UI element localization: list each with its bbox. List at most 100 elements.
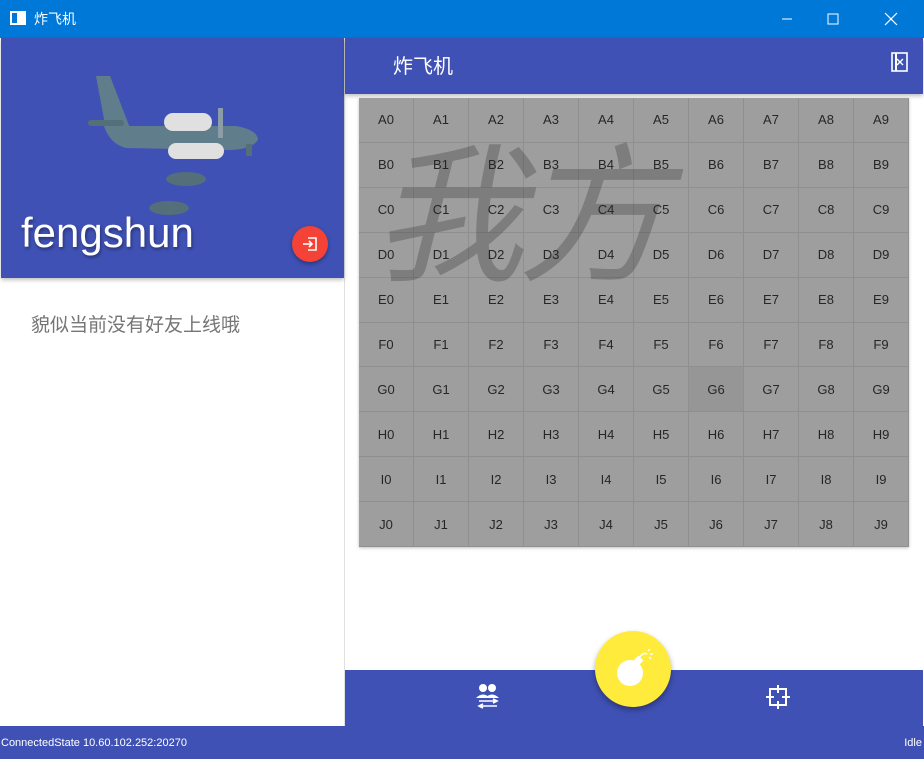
grid-cell-e8[interactable]: E8 — [799, 277, 854, 323]
grid-cell-a1[interactable]: A1 — [414, 98, 469, 143]
grid-cell-f9[interactable]: F9 — [854, 322, 909, 368]
grid-cell-a6[interactable]: A6 — [689, 98, 744, 143]
bomb-button[interactable] — [595, 631, 671, 707]
grid-cell-f5[interactable]: F5 — [634, 322, 689, 368]
grid-cell-f6[interactable]: F6 — [689, 322, 744, 368]
grid-cell-a8[interactable]: A8 — [799, 98, 854, 143]
grid-cell-j6[interactable]: J6 — [689, 502, 744, 547]
grid-cell-c5[interactable]: C5 — [634, 187, 689, 233]
grid-cell-g7[interactable]: G7 — [744, 367, 799, 413]
grid-cell-g0[interactable]: G0 — [359, 367, 414, 413]
grid-cell-a0[interactable]: A0 — [359, 98, 414, 143]
grid-cell-g8[interactable]: G8 — [799, 367, 854, 413]
grid-cell-g2[interactable]: G2 — [469, 367, 524, 413]
maximize-button[interactable] — [810, 0, 856, 38]
grid-cell-a3[interactable]: A3 — [524, 98, 579, 143]
grid-cell-j1[interactable]: J1 — [414, 502, 469, 547]
grid-cell-c2[interactable]: C2 — [469, 187, 524, 233]
grid-cell-a7[interactable]: A7 — [744, 98, 799, 143]
grid-cell-f1[interactable]: F1 — [414, 322, 469, 368]
grid-cell-h4[interactable]: H4 — [579, 412, 634, 458]
grid-cell-f7[interactable]: F7 — [744, 322, 799, 368]
close-button[interactable] — [868, 0, 914, 38]
grid-cell-j3[interactable]: J3 — [524, 502, 579, 547]
grid-cell-d7[interactable]: D7 — [744, 232, 799, 278]
grid-cell-c8[interactable]: C8 — [799, 187, 854, 233]
grid-cell-c4[interactable]: C4 — [579, 187, 634, 233]
grid-cell-g5[interactable]: G5 — [634, 367, 689, 413]
grid-cell-j0[interactable]: J0 — [359, 502, 414, 547]
grid-cell-a9[interactable]: A9 — [854, 98, 909, 143]
grid-cell-f8[interactable]: F8 — [799, 322, 854, 368]
grid-cell-h1[interactable]: H1 — [414, 412, 469, 458]
grid-cell-e4[interactable]: E4 — [579, 277, 634, 323]
grid-cell-e1[interactable]: E1 — [414, 277, 469, 323]
grid-cell-i2[interactable]: I2 — [469, 457, 524, 503]
grid-cell-d0[interactable]: D0 — [359, 232, 414, 278]
grid-cell-b6[interactable]: B6 — [689, 142, 744, 188]
logout-button[interactable] — [292, 226, 328, 262]
grid-cell-j9[interactable]: J9 — [854, 502, 909, 547]
grid-cell-d9[interactable]: D9 — [854, 232, 909, 278]
grid-cell-j5[interactable]: J5 — [634, 502, 689, 547]
grid-cell-c9[interactable]: C9 — [854, 187, 909, 233]
grid-cell-e9[interactable]: E9 — [854, 277, 909, 323]
target-button[interactable] — [765, 684, 791, 715]
grid-cell-j8[interactable]: J8 — [799, 502, 854, 547]
grid-cell-j4[interactable]: J4 — [579, 502, 634, 547]
grid-cell-h2[interactable]: H2 — [469, 412, 524, 458]
grid-cell-d1[interactable]: D1 — [414, 232, 469, 278]
grid-cell-j2[interactable]: J2 — [469, 502, 524, 547]
friends-button[interactable] — [473, 682, 503, 717]
grid-cell-j7[interactable]: J7 — [744, 502, 799, 547]
grid-cell-g6[interactable]: G6 — [689, 367, 744, 413]
grid-cell-i4[interactable]: I4 — [579, 457, 634, 503]
grid-cell-b2[interactable]: B2 — [469, 142, 524, 188]
grid-cell-d2[interactable]: D2 — [469, 232, 524, 278]
grid-cell-c6[interactable]: C6 — [689, 187, 744, 233]
grid-cell-d4[interactable]: D4 — [579, 232, 634, 278]
grid-cell-i9[interactable]: I9 — [854, 457, 909, 503]
minimize-button[interactable] — [764, 0, 810, 38]
grid-cell-d6[interactable]: D6 — [689, 232, 744, 278]
grid-cell-h5[interactable]: H5 — [634, 412, 689, 458]
grid-cell-h8[interactable]: H8 — [799, 412, 854, 458]
grid-cell-b9[interactable]: B9 — [854, 142, 909, 188]
grid-cell-e7[interactable]: E7 — [744, 277, 799, 323]
grid-cell-i8[interactable]: I8 — [799, 457, 854, 503]
grid-cell-a2[interactable]: A2 — [469, 98, 524, 143]
grid-cell-b8[interactable]: B8 — [799, 142, 854, 188]
grid-cell-e5[interactable]: E5 — [634, 277, 689, 323]
grid-cell-h0[interactable]: H0 — [359, 412, 414, 458]
grid-cell-i5[interactable]: I5 — [634, 457, 689, 503]
grid-cell-b3[interactable]: B3 — [524, 142, 579, 188]
grid-cell-b1[interactable]: B1 — [414, 142, 469, 188]
grid-cell-f3[interactable]: F3 — [524, 322, 579, 368]
grid-cell-b0[interactable]: B0 — [359, 142, 414, 188]
exit-icon[interactable] — [889, 51, 911, 73]
grid-cell-d3[interactable]: D3 — [524, 232, 579, 278]
grid-cell-a4[interactable]: A4 — [579, 98, 634, 143]
grid-cell-e0[interactable]: E0 — [359, 277, 414, 323]
grid-cell-b5[interactable]: B5 — [634, 142, 689, 188]
grid-cell-f0[interactable]: F0 — [359, 322, 414, 368]
grid-cell-f2[interactable]: F2 — [469, 322, 524, 368]
grid-cell-g3[interactable]: G3 — [524, 367, 579, 413]
grid-cell-i0[interactable]: I0 — [359, 457, 414, 503]
grid-cell-h6[interactable]: H6 — [689, 412, 744, 458]
grid-cell-c3[interactable]: C3 — [524, 187, 579, 233]
grid-cell-f4[interactable]: F4 — [579, 322, 634, 368]
grid-cell-e2[interactable]: E2 — [469, 277, 524, 323]
grid-cell-c0[interactable]: C0 — [359, 187, 414, 233]
grid-cell-g4[interactable]: G4 — [579, 367, 634, 413]
grid-cell-e6[interactable]: E6 — [689, 277, 744, 323]
grid-cell-i7[interactable]: I7 — [744, 457, 799, 503]
grid-cell-c7[interactable]: C7 — [744, 187, 799, 233]
grid-cell-b7[interactable]: B7 — [744, 142, 799, 188]
grid-cell-i6[interactable]: I6 — [689, 457, 744, 503]
grid-cell-a5[interactable]: A5 — [634, 98, 689, 143]
grid-cell-c1[interactable]: C1 — [414, 187, 469, 233]
grid-cell-e3[interactable]: E3 — [524, 277, 579, 323]
grid-cell-d5[interactable]: D5 — [634, 232, 689, 278]
grid-cell-i3[interactable]: I3 — [524, 457, 579, 503]
